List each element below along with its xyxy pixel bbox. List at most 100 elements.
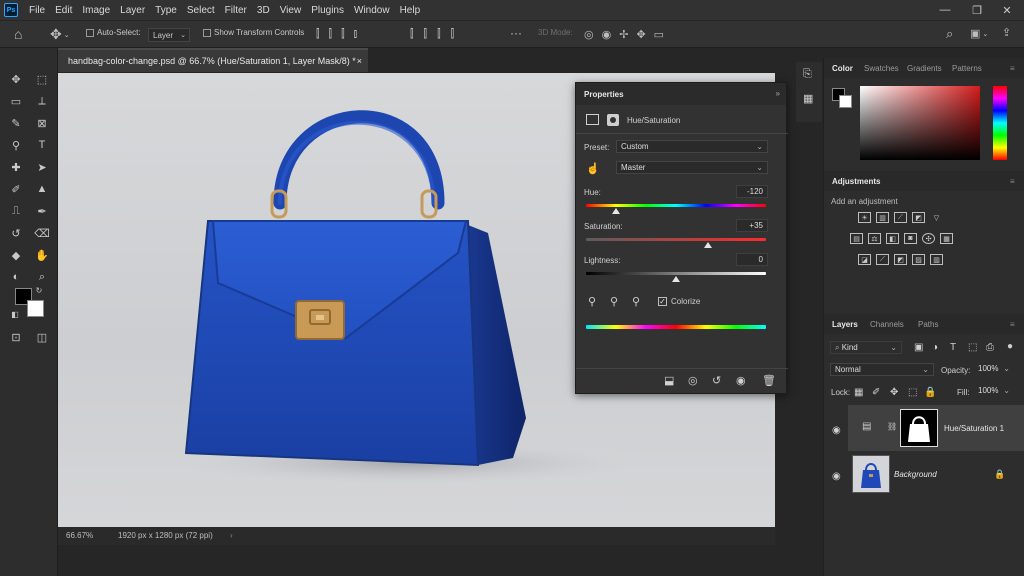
search-icon[interactable]: ⌕ bbox=[946, 26, 953, 42]
artboard-tool-icon[interactable]: ⬚ bbox=[32, 70, 52, 88]
menu-edit[interactable]: Edit bbox=[50, 5, 77, 16]
saturation-slider-thumb[interactable] bbox=[703, 242, 712, 248]
quick-mask-icon[interactable]: ◫ bbox=[32, 328, 52, 346]
menu-filter[interactable]: Filter bbox=[220, 5, 252, 16]
home-icon[interactable]: ⌂ bbox=[14, 26, 22, 42]
lock-transparency-icon[interactable]: ▦ bbox=[854, 387, 863, 398]
menu-window[interactable]: Window bbox=[349, 5, 395, 16]
filter-toggle-icon[interactable]: ● bbox=[1007, 341, 1013, 352]
3d-mode-icons[interactable]: ◎ ◉ ✢ ✥ ▭ bbox=[584, 28, 672, 41]
lightness-slider-thumb[interactable] bbox=[672, 276, 680, 282]
properties-header[interactable]: Properties » bbox=[576, 83, 786, 105]
blur-tool-icon[interactable]: ◆ bbox=[6, 246, 26, 264]
threshold-icon[interactable]: ◩ bbox=[894, 254, 907, 265]
eyedropper-tool-icon[interactable]: ⚲ bbox=[6, 136, 26, 154]
dodge-tool-icon[interactable]: ◐ bbox=[6, 268, 26, 286]
black-white-icon[interactable]: ◧ bbox=[886, 233, 899, 244]
minimize-button[interactable]: — bbox=[930, 0, 960, 20]
layer-name[interactable]: Hue/Saturation 1 bbox=[944, 424, 1004, 433]
show-transform-checkbox[interactable]: Show Transform Controls bbox=[203, 28, 304, 37]
stamp-tool-icon[interactable]: ⎍ bbox=[6, 202, 26, 220]
orbit-icon[interactable]: ◎ bbox=[584, 28, 602, 41]
shape-tool-icon[interactable]: ▲ bbox=[32, 180, 52, 198]
lock-artboard-icon[interactable]: ⬚ bbox=[908, 387, 917, 398]
eyedropper-plus-icon[interactable]: ⚲ bbox=[610, 295, 618, 308]
menu-select[interactable]: Select bbox=[182, 5, 220, 16]
menu-image[interactable]: Image bbox=[77, 5, 115, 16]
color-lookup-icon[interactable]: ▦ bbox=[940, 233, 953, 244]
hue-value-input[interactable]: -120 bbox=[736, 185, 768, 198]
more-options-button[interactable]: ··· bbox=[510, 26, 522, 40]
gradient-map-icon[interactable]: ▨ bbox=[912, 254, 925, 265]
slide-icon[interactable]: ✥ bbox=[636, 28, 653, 41]
layer-mask-icon[interactable] bbox=[607, 114, 619, 126]
history-panel-icon[interactable]: ⎘ bbox=[803, 68, 812, 81]
hue-slider-thumb[interactable] bbox=[612, 208, 621, 214]
document-tab[interactable]: handbag-color-change.psd @ 66.7% (Hue/Sa… bbox=[58, 48, 368, 72]
panel-menu-icon[interactable]: ≡ bbox=[1010, 320, 1015, 329]
auto-select-checkbox[interactable]: Auto-Select: bbox=[86, 28, 141, 37]
share-icon[interactable]: ⇪ bbox=[1002, 26, 1011, 39]
lock-position-icon[interactable]: ✥ bbox=[890, 387, 898, 398]
vibrance-icon[interactable]: ▽ bbox=[930, 212, 943, 223]
color-picker-field[interactable] bbox=[860, 86, 980, 160]
zoom-level[interactable]: 66.67% bbox=[66, 531, 93, 540]
clip-to-layer-icon[interactable]: ⬓ bbox=[664, 374, 674, 387]
lightness-slider-track[interactable] bbox=[586, 272, 766, 275]
align-icons[interactable]: ⫿ ⫿ ⫿ ⫾ bbox=[316, 28, 366, 41]
color-balance-icon[interactable]: ⚖ bbox=[868, 233, 881, 244]
layer-visibility-eye-icon[interactable]: ◉ bbox=[832, 471, 841, 482]
menu-plugins[interactable]: Plugins bbox=[306, 5, 349, 16]
distribute-left-icon[interactable]: ⫿ bbox=[451, 28, 465, 41]
tab-channels[interactable]: Channels bbox=[870, 320, 904, 329]
blend-mode-dropdown[interactable]: Normal ⌄ bbox=[830, 363, 934, 376]
layer-name[interactable]: Background bbox=[894, 470, 937, 479]
opacity-input[interactable]: 100% ⌄ bbox=[974, 363, 1014, 376]
menu-layer[interactable]: Layer bbox=[115, 5, 150, 16]
photo-filter-icon[interactable]: ◙ bbox=[904, 233, 917, 244]
filter-adjustment-icon[interactable]: ◑ bbox=[932, 342, 938, 353]
swap-colors-icon[interactable]: ↻ bbox=[33, 284, 45, 296]
tab-gradients[interactable]: Gradients bbox=[907, 64, 942, 73]
layer-visibility-eye-icon[interactable]: ◉ bbox=[832, 425, 841, 436]
eraser-tool-icon[interactable]: ⌫ bbox=[32, 224, 52, 242]
collapse-panel-icon[interactable]: » bbox=[776, 89, 780, 98]
visibility-eye-icon[interactable]: ◉ bbox=[736, 374, 746, 387]
close-window-button[interactable]: ✕ bbox=[992, 0, 1022, 20]
selective-color-icon[interactable]: ▥ bbox=[930, 254, 943, 265]
brightness-contrast-icon[interactable]: ☀ bbox=[858, 212, 871, 223]
auto-select-dropdown[interactable]: Layer ⌄ bbox=[148, 28, 190, 42]
channel-dropdown[interactable]: Master ⌄ bbox=[616, 161, 768, 174]
background-color-swatch[interactable] bbox=[27, 300, 44, 317]
align-left-icon[interactable]: ⫿ bbox=[316, 28, 329, 41]
hand-tool-icon[interactable]: ✋ bbox=[32, 246, 52, 264]
distribute-icons[interactable]: ⫿ ⫿ ⫿ ⫿ bbox=[410, 28, 464, 41]
restore-button[interactable]: ❐ bbox=[962, 0, 992, 20]
move-tool-preset-icon[interactable]: ✥ ⌄ bbox=[50, 26, 70, 43]
filter-kind-dropdown[interactable]: ⌕ Kind ⌄ bbox=[830, 341, 902, 354]
panel-menu-icon[interactable]: ≡ bbox=[1010, 177, 1015, 186]
quick-select-tool-icon[interactable]: ✎ bbox=[6, 114, 26, 132]
menu-3d[interactable]: 3D bbox=[252, 5, 275, 16]
exposure-icon[interactable]: ◩ bbox=[912, 212, 925, 223]
hue-slider-track[interactable] bbox=[586, 204, 766, 207]
layer-row-background[interactable]: Background 🔒 bbox=[848, 451, 1024, 497]
status-menu-icon[interactable]: › bbox=[230, 531, 233, 540]
photoshop-logo-icon[interactable]: Ps bbox=[4, 3, 18, 17]
colorize-checkbox[interactable]: ✓ bbox=[658, 297, 667, 306]
video-3d-icon[interactable]: ▭ bbox=[654, 28, 672, 41]
posterize-icon[interactable]: ⟋ bbox=[876, 254, 889, 265]
close-tab-icon[interactable]: × bbox=[357, 56, 362, 66]
link-icon[interactable]: ⛓ bbox=[887, 422, 897, 431]
saturation-value-input[interactable]: +35 bbox=[736, 219, 768, 232]
distribute-top-icon[interactable]: ⫿ bbox=[410, 28, 424, 41]
panel-menu-icon[interactable]: ≡ bbox=[1010, 64, 1015, 73]
adjustment-panel-icon[interactable]: ▦ bbox=[803, 92, 813, 105]
filter-pixel-icon[interactable]: ▣ bbox=[914, 342, 923, 353]
tab-patterns[interactable]: Patterns bbox=[952, 64, 982, 73]
hue-saturation-icon[interactable]: ▤ bbox=[850, 233, 863, 244]
targeted-adjustment-hand-icon[interactable]: ☝ bbox=[586, 162, 600, 175]
adjustments-title[interactable]: Adjustments bbox=[832, 177, 880, 186]
adjustment-layer-icon[interactable] bbox=[586, 114, 599, 125]
menu-help[interactable]: Help bbox=[395, 5, 426, 16]
